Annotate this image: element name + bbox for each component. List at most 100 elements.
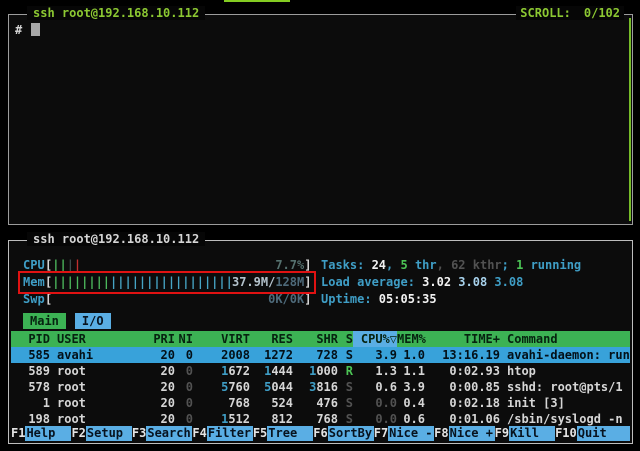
cell-pid: 585 (11, 347, 50, 363)
cell-pri: 20 (133, 395, 175, 411)
meter-bar-segment: | (67, 258, 74, 272)
fkey-nice-[interactable]: F8Nice + (434, 426, 494, 441)
cell-res: 1272 (250, 347, 293, 363)
mem-meter-label: Mem (23, 274, 45, 290)
column-header-cpu[interactable]: CPU%▽ (353, 331, 397, 347)
column-header-shr[interactable]: SHR (293, 331, 338, 347)
tasks-stat: Tasks: 24, 5 thr, 62 kthr; 1 running (321, 257, 581, 273)
uptime-segment: 05:05:35 (379, 292, 437, 306)
process-row[interactable]: 1root200768524476S0.00.40:02.18init [3] (11, 395, 630, 411)
fkey-number: F10 (555, 426, 577, 441)
process-row[interactable]: 585avahi20020081272728S3.91.013:16.19ava… (11, 347, 630, 363)
fkey-search[interactable]: F3Search (132, 426, 192, 441)
cell-cpu: 3.9 (353, 347, 397, 363)
swp-meter-label: Swp (23, 291, 45, 307)
tasks-segment: 24 (372, 258, 386, 272)
cell-command: /sbin/syslogd -n (507, 411, 630, 427)
cell-shr: 768 (293, 411, 338, 427)
prompt-char: # (15, 23, 22, 37)
fkey-kill[interactable]: F9Kill (495, 426, 555, 441)
fkey-nice-[interactable]: F7Nice - (374, 426, 434, 441)
cell-user: root (57, 395, 133, 411)
fkey-label: Tree (267, 426, 313, 441)
cell-s: S (338, 347, 353, 363)
process-row[interactable]: 578root200576050443816S0.63.90:00.85sshd… (11, 379, 630, 395)
cell-ni: 0 (175, 363, 193, 379)
ssh-pane-top: ssh root@192.168.10.112 SCROLL:0/102 # (8, 14, 633, 225)
column-header-mem[interactable]: MEM% (397, 331, 425, 347)
tasks-segment: Tasks: (321, 258, 372, 272)
pane-scrollbar[interactable] (629, 18, 631, 221)
cell-cpu: 0.0 (353, 411, 397, 427)
fkey-help[interactable]: F1Help (11, 426, 71, 441)
cell-ni: 0 (175, 347, 193, 363)
cell-ni: 0 (175, 379, 193, 395)
column-header-res[interactable]: RES (250, 331, 293, 347)
cell-time: 0:01.06 (425, 411, 500, 427)
terminal-screen: ssh root@192.168.10.112 SCROLL:0/102 # s… (0, 0, 640, 451)
fkey-label: Nice + (449, 426, 495, 441)
meter-bar-segment: | (74, 258, 81, 272)
cell-virt: 5760 (193, 379, 250, 395)
fkey-sortby[interactable]: F6SortBy (313, 426, 373, 441)
tab-main[interactable]: Main (23, 313, 66, 329)
tasks-segment: ; (502, 258, 516, 272)
tasks-segment: , (437, 258, 451, 272)
top-edge-artifact (224, 0, 290, 2)
fkey-setup[interactable]: F2Setup (71, 426, 131, 441)
tasks-segment: 62 kthr (451, 258, 502, 272)
fkey-tree[interactable]: F5Tree (253, 426, 313, 441)
column-header-virt[interactable]: VIRT (193, 331, 250, 347)
process-table: 585avahi20020081272728S3.91.013:16.19ava… (11, 347, 630, 427)
cell-s: S (338, 395, 353, 411)
tab-i-o[interactable]: I/O (75, 313, 111, 329)
cell-s: S (338, 411, 353, 427)
cell-ni: 0 (175, 395, 193, 411)
fkey-number: F1 (11, 426, 25, 441)
process-row[interactable]: 198root2001512812768S0.00.60:01.06/sbin/… (11, 411, 630, 427)
thousands-digits: 5 (264, 380, 271, 394)
column-header-pri[interactable]: PRI (133, 331, 175, 347)
fkey-number: F8 (434, 426, 448, 441)
fkey-label: Kill (509, 426, 555, 441)
cell-user: root (57, 411, 133, 427)
meter-value-segment: 0K/0K (268, 292, 304, 306)
load-segment: 3.08 (458, 275, 494, 289)
cell-command: htop (507, 363, 630, 379)
load-segment: 3.08 (494, 275, 523, 289)
text-cursor[interactable] (31, 23, 40, 36)
mem-meter-value: 37.9M/128M (230, 274, 304, 290)
load-average-stat: Load average: 3.02 3.08 3.08 (321, 274, 523, 290)
column-header-ni[interactable]: NI (175, 331, 193, 347)
fkey-quit[interactable]: F10Quit (555, 426, 630, 441)
process-row[interactable]: 589root200167214441000R1.31.10:02.93htop (11, 363, 630, 379)
cpu-meter-bars: |||| (52, 258, 81, 272)
column-header-user[interactable]: USER (57, 331, 133, 347)
uptime-stat: Uptime: 05:05:35 (321, 291, 437, 307)
column-header-s[interactable]: S (338, 331, 353, 347)
meter-value-segment: 128M (275, 275, 304, 289)
fkey-label: Setup (86, 426, 132, 441)
meter-open-bracket: [ (45, 257, 52, 273)
cell-pri: 20 (133, 411, 175, 427)
tasks-segment: thr (408, 258, 437, 272)
meter-open-bracket: [ (45, 274, 52, 290)
column-header-time[interactable]: TIME+ (425, 331, 500, 347)
column-header-pid[interactable]: PID (11, 331, 50, 347)
cell-pri: 20 (133, 347, 175, 363)
cell-command: init [3] (507, 395, 630, 411)
fkey-label: Search (146, 426, 192, 441)
meter-value-segment: 37.9M/ (232, 275, 275, 289)
mem-meter: Mem[|||||||||||||||||||||||||37.9M/128M] (23, 274, 311, 290)
meter-close-bracket: ] (304, 274, 311, 290)
meter-bar-segment: |||||||| (52, 275, 110, 289)
cell-virt: 1512 (193, 411, 250, 427)
cpu-meter-label: CPU (23, 257, 45, 273)
ssh-pane-bottom: ssh root@192.168.10.112 CPU[||||7.7%] Me… (8, 240, 633, 444)
cpu-meter-bar-area: ||||7.7% (52, 257, 304, 273)
column-header-command[interactable]: Command (507, 331, 630, 347)
swp-meter-bar-area: 0K/0K (52, 291, 304, 307)
fkey-label: SortBy (328, 426, 374, 441)
fkey-filter[interactable]: F4Filter (192, 426, 252, 441)
meter-close-bracket: ] (304, 257, 311, 273)
